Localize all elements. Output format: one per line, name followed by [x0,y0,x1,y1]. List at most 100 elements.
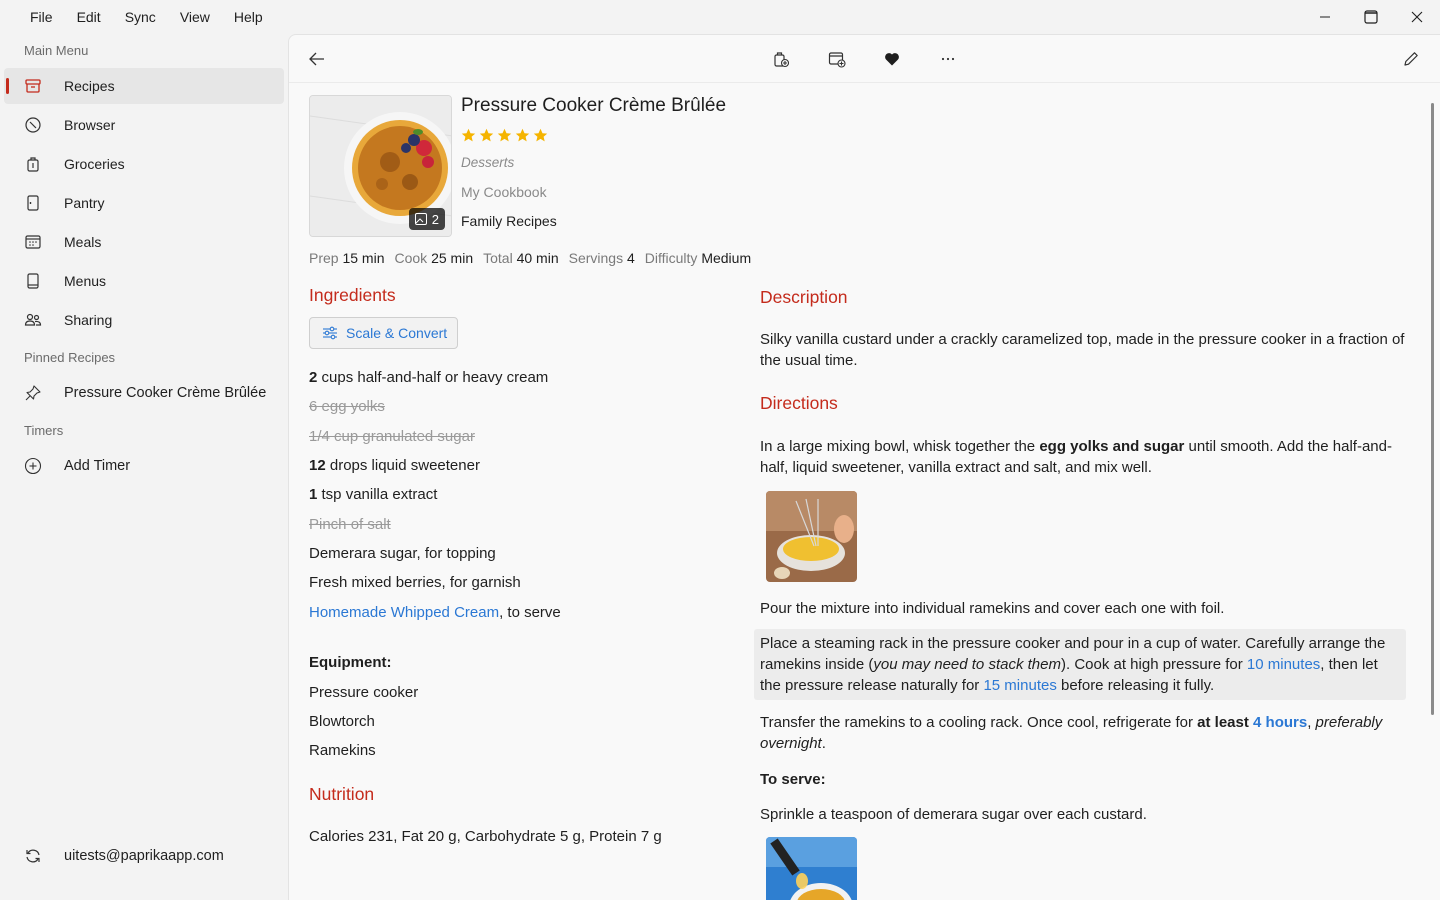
close-button[interactable] [1394,0,1440,34]
edit-button[interactable] [1397,45,1425,73]
pin-icon [24,384,42,402]
recipe-photo[interactable]: 2 [309,95,452,237]
photo-count-badge[interactable]: 2 [408,208,445,230]
sidebar-item-recipes[interactable]: Recipes [4,68,284,104]
close-icon [1411,11,1423,23]
ingredient-item[interactable]: Demerara sugar, for topping [309,545,496,562]
whisking-bowl-image [766,491,857,582]
torching-custard-image [766,837,857,900]
star-icon [479,128,494,142]
menu-edit[interactable]: Edit [65,0,113,34]
calendar-add-icon [828,52,846,68]
add-to-groceries-button[interactable] [767,45,795,73]
ingredient-item[interactable]: 1/4 cup granulated sugar [309,428,475,445]
account-email: uitests@paprikaapp.com [64,848,224,864]
more-icon [941,57,955,61]
photo-count: 2 [431,211,439,227]
sidebar-item-label: Sharing [64,312,113,328]
total-value: 40 min [516,250,559,266]
recipe-cookbook: My Cookbook [461,184,547,200]
favorite-button[interactable] [878,45,906,73]
directions-heading: Directions [760,393,838,413]
calendar-icon [24,233,42,251]
star-icon [461,128,476,142]
pinned-recipes-label: Pinned Recipes [24,350,116,365]
ingredient-item[interactable]: 2 cups half-and-half or heavy cream [309,369,548,386]
menu-bar: File Edit Sync View Help [0,0,1440,34]
direction-step-selected[interactable]: Place a steaming rack in the pressure co… [754,629,1406,700]
maximize-icon [1364,10,1378,24]
menu-book-icon [24,272,42,290]
recipe-stats: Prep 15 min Cook 25 min Total 40 min Ser… [309,250,751,266]
recipes-box-icon [24,77,42,95]
sidebar-item-label: Browser [64,117,116,133]
pencil-icon [1404,52,1418,66]
ingredient-item[interactable]: Fresh mixed berries, for garnish [309,574,521,591]
add-timer-button[interactable]: Add Timer [4,448,284,484]
more-options-button[interactable] [934,45,962,73]
add-circle-icon [24,457,42,475]
menu-sync[interactable]: Sync [113,0,168,34]
ingredient-item[interactable]: 12 drops liquid sweetener [309,457,480,474]
heart-icon [885,53,899,66]
direction-step[interactable]: Pour the mixture into individual ramekin… [760,598,1410,619]
menu-view[interactable]: View [168,0,222,34]
pinned-recipe-item[interactable]: Pressure Cooker Crème Brûlée [4,375,284,411]
menu-file[interactable]: File [18,0,65,34]
sidebar-item-pantry[interactable]: Pantry [4,185,284,221]
pantry-door-icon [24,194,42,212]
back-arrow-icon [309,52,324,66]
rating-stars[interactable] [461,128,548,143]
sidebar-item-label: Recipes [64,78,115,94]
step-photo-whisking[interactable] [766,491,857,582]
grocery-bag-icon [24,155,42,173]
sidebar-item-groceries[interactable]: Groceries [4,146,284,182]
sync-icon [24,847,42,865]
timer-link[interactable]: 10 minutes [1247,656,1320,673]
maximize-button[interactable] [1348,0,1394,34]
prep-value: 15 min [342,250,385,266]
timer-link[interactable]: 15 minutes [983,677,1056,694]
image-icon [414,213,427,225]
scale-convert-button[interactable]: Scale & Convert [309,317,458,349]
direction-step[interactable]: Sprinkle a teaspoon of demerara sugar ov… [760,804,1410,825]
whipped-cream-link[interactable]: Homemade Whipped Cream [309,604,499,621]
window-controls [1302,0,1440,34]
direction-step[interactable]: Transfer the ramekins to a cooling rack.… [760,712,1410,754]
recipe-detail-panel: 2 Pressure Cooker Crème Brûlée Desserts … [288,34,1440,900]
ingredient-item[interactable]: 6 egg yolks [309,398,385,415]
sidebar-item-label: Pantry [64,195,105,211]
timers-label: Timers [24,423,64,438]
sidebar-item-sharing[interactable]: Sharing [4,302,284,338]
compass-icon [24,116,42,134]
sidebar-item-label: Meals [64,234,102,250]
star-icon [515,128,530,142]
main-menu-label: Main Menu [24,43,89,58]
recipe-title: Pressure Cooker Crème Brûlée [461,95,727,116]
step-photo-torching[interactable] [766,837,857,900]
back-button[interactable] [303,45,331,73]
cook-value: 25 min [431,250,474,266]
minimize-button[interactable] [1302,0,1348,34]
recipe-category: Desserts [461,155,515,170]
ingredient-item[interactable]: Pinch of salt [309,516,391,533]
equipment-heading: Equipment: [309,654,392,671]
add-timer-label: Add Timer [64,458,131,474]
ingredient-item[interactable]: 1 tsp vanilla extract [309,486,437,503]
timer-link[interactable]: 4 hours [1253,714,1307,731]
sidebar-item-menus[interactable]: Menus [4,263,284,299]
grocery-add-icon [774,52,790,68]
nutrition-heading: Nutrition [309,784,375,804]
account-sync-item[interactable]: uitests@paprikaapp.com [4,838,224,874]
add-to-meals-button[interactable] [823,45,851,73]
sidebar-item-browser[interactable]: Browser [4,107,284,143]
scrollbar[interactable] [1431,103,1434,715]
sidebar-item-meals[interactable]: Meals [4,224,284,260]
sidebar-item-label: Groceries [64,156,125,172]
recipe-toolbar [289,35,1440,83]
pinned-recipe-label: Pressure Cooker Crème Brûlée [64,385,267,401]
sidebar: Main Menu Recipes Browser Groceries Pant… [0,34,288,900]
menu-help[interactable]: Help [222,0,275,34]
direction-step[interactable]: In a large mixing bowl, whisk together t… [760,436,1410,478]
description-heading: Description [760,287,848,307]
